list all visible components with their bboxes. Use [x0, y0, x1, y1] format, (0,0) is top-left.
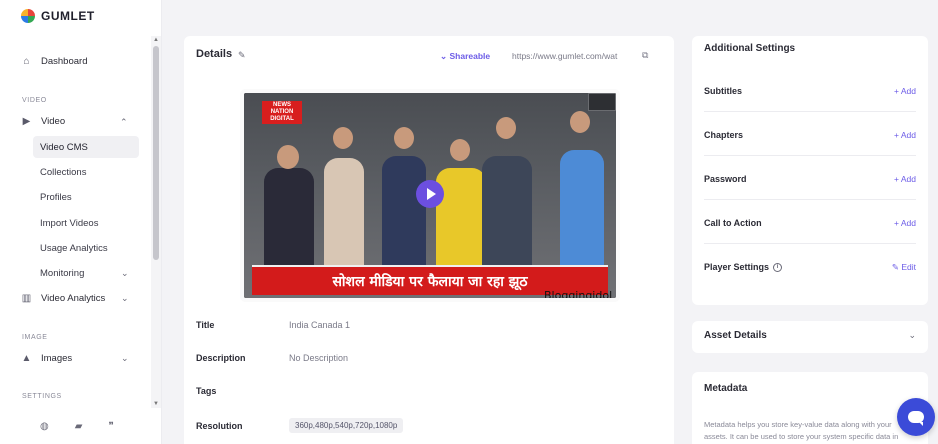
description-label: Description — [196, 353, 246, 363]
nav-video-analytics[interactable]: ▥ Video Analytics — [21, 293, 106, 304]
gumlet-logo-icon — [21, 9, 35, 23]
setting-label: Chapters — [704, 130, 744, 140]
video-watermark: Bloggingidol — [544, 289, 613, 298]
share-url: https://www.gumlet.com/wat — [512, 51, 618, 61]
video-person-head — [496, 117, 516, 139]
video-player[interactable]: NEWS NATION DIGITAL सोशल मीडिया पर फैलाय… — [244, 93, 616, 298]
details-card: Details ✎ ⌄ Shareable https://www.gumlet… — [184, 36, 674, 444]
brand-logo[interactable]: GUMLET — [21, 9, 95, 23]
description-value[interactable]: No Description — [289, 353, 348, 363]
edit-icon[interactable]: ✎ — [238, 50, 246, 61]
chevron-down-icon[interactable]: ⌄ — [908, 330, 916, 341]
add-password-button[interactable]: + Add — [894, 174, 916, 184]
details-title: Details — [196, 48, 233, 60]
video-icon: ▶ — [22, 116, 31, 127]
home-icon: ⌂ — [23, 56, 30, 67]
video-person-head — [333, 127, 353, 149]
video-person — [436, 168, 486, 268]
asset-details-title: Asset Details — [704, 330, 767, 341]
video-person-head — [450, 139, 470, 161]
sidebar: GUMLET ⌂ Dashboard VIDEO ▶ Video ⌃ Video… — [0, 0, 162, 444]
sidebar-item-profiles[interactable]: Profiles — [33, 186, 139, 208]
setting-row-password: Password + Add — [704, 156, 916, 200]
metadata-title: Metadata — [704, 383, 748, 394]
chat-bubble-icon — [908, 411, 924, 426]
news-nation-logo: NEWS NATION DIGITAL — [262, 101, 302, 124]
channel-corner-icon — [588, 93, 616, 111]
quote-icon[interactable]: ❞ — [108, 421, 113, 432]
shareable-label: Shareable — [449, 51, 491, 61]
title-value[interactable]: India Canada 1 — [289, 320, 350, 330]
image-icon: ▲ — [21, 353, 32, 364]
video-person — [264, 168, 314, 268]
add-call-to-action-button[interactable]: + Add — [894, 218, 916, 228]
nav-dashboard-label: Dashboard — [41, 56, 88, 67]
video-person — [482, 156, 532, 268]
video-person — [382, 156, 426, 268]
add-subtitles-button[interactable]: + Add — [894, 86, 916, 96]
video-person — [324, 158, 364, 268]
nav-images[interactable]: ▲ Images — [21, 353, 73, 364]
globe-icon[interactable]: ◍ — [40, 421, 49, 432]
additional-settings-title: Additional Settings — [704, 43, 796, 54]
resolution-chip: 360p,480p,540p,720p,1080p — [289, 418, 404, 433]
play-button[interactable] — [416, 180, 444, 208]
setting-label: Subtitles — [704, 86, 743, 96]
nav-images-label: Images — [41, 353, 73, 364]
sidebar-item-collections[interactable]: Collections — [33, 161, 139, 183]
section-video-label: VIDEO — [22, 97, 47, 104]
support-chat-button[interactable] — [897, 398, 935, 436]
play-icon — [427, 188, 436, 200]
video-person — [560, 150, 604, 268]
sidebar-item-import-videos[interactable]: Import Videos — [33, 212, 139, 234]
tags-label: Tags — [196, 386, 217, 396]
sidebar-footer: ◍ ▰ ❞ — [40, 421, 114, 432]
video-person-head — [570, 111, 590, 133]
title-label: Title — [196, 320, 215, 330]
resolution-label: Resolution — [196, 421, 243, 431]
nav-video[interactable]: ▶ Video — [21, 116, 66, 127]
scroll-up-icon[interactable]: ▲ — [153, 37, 159, 43]
setting-row-chapters: Chapters + Add — [704, 112, 916, 156]
copy-icon[interactable]: ⧉ — [642, 50, 648, 61]
nav-video-analytics-label: Video Analytics — [41, 293, 106, 304]
setting-label: Call to Action — [704, 218, 762, 228]
section-image-label: IMAGE — [22, 334, 48, 341]
setting-row-subtitles: Subtitles + Add — [704, 68, 916, 112]
nav-dashboard[interactable]: ⌂ Dashboard — [21, 56, 87, 67]
info-icon[interactable]: i — [773, 263, 783, 273]
edit-icon: ✎ — [891, 262, 902, 272]
add-chapters-button[interactable]: + Add — [894, 130, 916, 140]
setting-label: Player Settings i — [704, 262, 783, 273]
sidebar-item-video-cms[interactable]: Video CMS — [33, 136, 139, 158]
bar-chart-icon: ▥ — [21, 293, 32, 304]
metadata-description: Metadata helps you store key-value data … — [704, 420, 899, 441]
asset-details-card[interactable]: Asset Details ⌄ — [692, 321, 928, 353]
shareable-dropdown[interactable]: ⌄ Shareable — [440, 51, 490, 62]
chat-icon[interactable]: ▰ — [75, 421, 83, 432]
scroll-thumb[interactable] — [153, 46, 159, 260]
edit-player-settings-button[interactable]: ✎ Edit — [892, 262, 916, 273]
sidebar-scrollbar[interactable]: ▲ ▼ — [151, 36, 161, 408]
setting-row-player-settings: Player Settings i ✎ Edit — [704, 244, 916, 288]
brand-name: GUMLET — [41, 9, 95, 23]
chevron-down-icon[interactable]: ⌄ — [121, 353, 129, 364]
sidebar-item-usage-analytics[interactable]: Usage Analytics — [33, 237, 139, 259]
setting-row-call-to-action: Call to Action + Add — [704, 200, 916, 244]
video-person-head — [394, 127, 414, 149]
additional-settings-card: Additional Settings Subtitles + Add Chap… — [692, 36, 928, 305]
section-settings-label: SETTINGS — [22, 393, 62, 400]
chevron-down-icon[interactable]: ⌄ — [121, 268, 129, 279]
setting-label: Password — [704, 174, 747, 184]
chevron-down-icon[interactable]: ⌄ — [121, 293, 129, 304]
nav-video-label: Video — [41, 116, 66, 127]
video-person-head — [277, 145, 299, 169]
chevron-up-icon[interactable]: ⌃ — [120, 117, 128, 128]
scroll-down-icon[interactable]: ▼ — [153, 401, 159, 407]
metadata-card: Metadata Metadata helps you store key-va… — [692, 372, 928, 444]
